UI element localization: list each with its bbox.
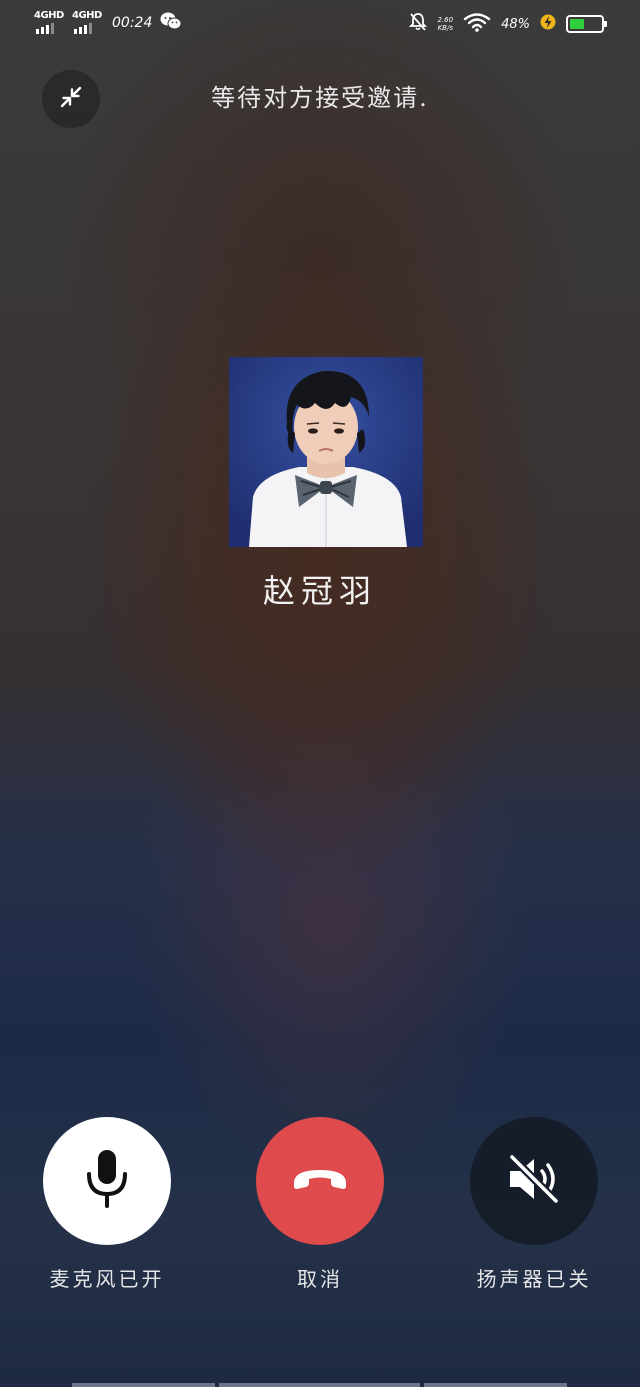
voice-call-screen: 4GHD 4GHD 00:24 2.60 KB/s 48% 等待对方接受邀请. … [0,0,640,1387]
signal-icon [36,23,54,34]
gesture-bar-center[interactable] [219,1383,420,1387]
hang-up-icon [290,1164,350,1198]
net-speed-unit: KB/s [437,24,453,32]
cancel-label: 取消 [297,1267,343,1291]
status-bar-left: 4GHD 4GHD 00:24 [34,10,182,36]
sim1-label: 4GHD [34,10,64,21]
sim2-label: 4GHD [72,10,102,21]
microphone-toggle-button[interactable] [43,1117,171,1245]
signal-icon [74,23,92,34]
status-bar: 4GHD 4GHD 00:24 2.60 KB/s 48% [0,0,640,50]
contact-avatar [229,357,423,547]
cancel-call-button[interactable] [256,1117,384,1245]
net-speed: 2.60 KB/s [438,16,454,32]
gesture-bar-right [424,1383,567,1387]
bell-off-icon [408,12,428,36]
wechat-icon [160,11,182,35]
sim2-signal: 4GHD [72,10,102,36]
microphone-label: 麦克风已开 [49,1267,165,1291]
wifi-icon [463,12,491,36]
charging-icon [540,13,556,35]
status-time: 00:24 [112,15,153,31]
gesture-bar-left [72,1383,215,1387]
call-status-text: 等待对方接受邀请. [211,84,429,112]
contact-name: 赵冠羽 [262,572,377,610]
net-speed-value: 2.60 [437,16,454,24]
microphone-icon [84,1148,130,1214]
battery-fill [570,19,584,29]
speaker-toggle-button[interactable] [470,1117,598,1245]
speaker-label: 扬声器已关 [476,1267,592,1291]
avatar-portrait [229,357,423,547]
sim1-signal: 4GHD [34,10,64,36]
speaker-off-icon [504,1151,564,1211]
battery-percent: 48% [501,16,530,32]
battery-icon [566,15,607,33]
status-bar-right: 2.60 KB/s 48% [408,12,607,36]
